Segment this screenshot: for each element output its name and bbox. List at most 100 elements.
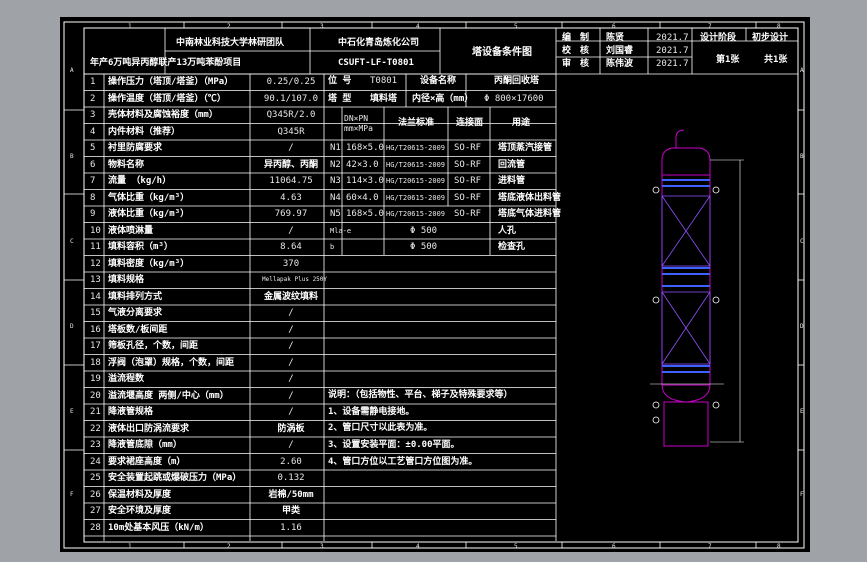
- param-row-name: 物料名称: [108, 159, 145, 170]
- nozzle-header-face: 连接面: [456, 118, 484, 128]
- param-row-value: 1.16: [280, 522, 302, 533]
- param-row-name: 降液管底隙（mm）: [108, 440, 182, 450]
- note-2: 2、管口尺寸以此表为准。: [328, 423, 433, 433]
- param-row-value: /: [288, 374, 294, 384]
- sheet-number: 第1张: [716, 55, 740, 65]
- param-row-name: 液体比重（kg/m³）: [108, 209, 190, 219]
- param-row-name: 壳体材料及腐蚀裕度（mm）: [108, 110, 218, 120]
- name-checker: 刘国睿: [606, 46, 634, 56]
- frame-row-label: B: [70, 153, 74, 160]
- nozzle-face: SO-RF: [454, 143, 482, 153]
- nozzle-flange-std: HG/T20615-2009: [386, 177, 446, 185]
- param-row-number: 9: [90, 209, 96, 219]
- nozzle-dn: 168×5.0: [346, 143, 384, 153]
- note-4: 4、管口方位以工艺管口方位图为准。: [328, 457, 478, 467]
- frame-column-label: 8: [777, 23, 781, 30]
- param-row-name: 保温材料及厚度: [108, 489, 172, 500]
- param-row-name: 填料容积（m³）: [108, 242, 173, 252]
- date-author: 2021.7: [656, 33, 689, 43]
- dimension-value: Φ 800×17600: [484, 94, 544, 104]
- date-approver: 2021.7: [656, 59, 689, 69]
- param-row-name: 内件材料（推荐）: [108, 126, 181, 137]
- nozzle-dn: 114×3.0: [346, 176, 384, 186]
- frame-column-label: 3: [320, 543, 324, 550]
- param-row-number: 5: [90, 143, 96, 153]
- param-row-value: 防涡板: [277, 423, 305, 434]
- param-row-number: 26: [90, 489, 101, 500]
- param-row-name: 溢流程数: [108, 374, 145, 384]
- role-checker: 校 核: [562, 46, 590, 56]
- role-author: 编 制: [562, 33, 590, 43]
- param-row-number: 18: [90, 357, 101, 368]
- frame-column-label: 5: [514, 543, 518, 550]
- nozzle-face: SO-RF: [454, 209, 482, 219]
- param-row-number: 21: [90, 407, 101, 417]
- param-row-value: /: [288, 357, 294, 368]
- param-row-value: 370: [282, 258, 300, 269]
- param-row-value: 金属波纹填料: [263, 291, 318, 302]
- param-row-value: 2.60: [280, 456, 302, 467]
- frame-column-label: 4: [416, 543, 420, 550]
- device-name-value: 丙酮回收塔: [494, 76, 540, 86]
- param-row-number: 10: [90, 225, 101, 236]
- nozzle-flange-std: Φ 500: [410, 242, 438, 252]
- param-row-value: /: [288, 324, 294, 335]
- param-row-number: 24: [90, 456, 101, 467]
- param-row-name: 操作温度（塔顶/塔釜）（℃）: [108, 93, 226, 104]
- param-row-number: 16: [90, 324, 101, 335]
- frame-row-label: C: [800, 238, 804, 245]
- project-name: 年产6万吨异丙醇联产13万吨苯酚项目: [90, 58, 242, 68]
- param-row-number: 19: [90, 374, 101, 384]
- param-row-value: /: [288, 390, 294, 401]
- frame-row-label: E: [70, 408, 74, 415]
- frame-row-label: D: [70, 323, 74, 330]
- param-row-number: 6: [90, 159, 96, 170]
- param-row-value: 769.97: [274, 209, 308, 219]
- nozzle-header-use: 用途: [512, 118, 531, 128]
- param-row-number: 12: [90, 258, 101, 269]
- frame-column-label: 4: [416, 23, 420, 30]
- param-row-value: /: [288, 225, 294, 236]
- param-row-value: 0.132: [277, 473, 305, 483]
- frame-row-label: D: [800, 323, 804, 330]
- param-row-number: 28: [90, 522, 101, 533]
- param-row-value: /: [288, 440, 294, 450]
- org-name: 中南林业科技大学林研团队: [176, 38, 285, 48]
- role-approver: 审 核: [562, 59, 590, 69]
- param-row-number: 13: [90, 275, 101, 285]
- param-row-value: 0.25/0.25: [266, 77, 316, 87]
- note-3: 3、设置安装平面：±0.00平面。: [328, 440, 460, 450]
- nozzle-face: SO-RF: [454, 159, 482, 170]
- param-row-number: 17: [90, 341, 101, 351]
- param-row-number: 27: [90, 506, 101, 516]
- drawing-number: CSUFT-LF-T0801: [338, 58, 414, 68]
- device-name-label: 设备名称: [420, 76, 457, 86]
- param-row-number: 14: [90, 291, 101, 302]
- nozzle-use: 塔顶蒸汽接管: [498, 143, 553, 153]
- nozzle-id: N4: [330, 192, 341, 203]
- param-row-value: 岩棉/50mm: [268, 489, 314, 500]
- param-row-value: /: [288, 143, 294, 153]
- param-row-number: 8: [90, 192, 96, 203]
- param-row-name: 操作压力（塔顶/塔釜）（MPa）: [108, 77, 234, 87]
- stage-value: 初步设计: [752, 33, 789, 43]
- param-row-number: 22: [90, 423, 101, 434]
- nozzle-id: N3: [330, 176, 341, 186]
- nozzle-use: 人孔: [498, 225, 517, 236]
- nozzle-face: SO-RF: [454, 192, 482, 203]
- note-1: 1、设备需静电接地。: [328, 407, 415, 417]
- param-row-name: 流量 （kg/h）: [108, 176, 172, 186]
- param-row-number: 3: [90, 110, 96, 120]
- param-row-name: 气液分离要求: [108, 308, 163, 318]
- param-row-value: /: [288, 341, 294, 351]
- nozzle-flange-std: HG/T20615-2009: [386, 193, 446, 202]
- param-row-name: 要求裙座高度（m）: [108, 456, 186, 467]
- param-row-number: 25: [90, 473, 101, 483]
- param-row-number: 11: [90, 242, 101, 252]
- sheet-title: 塔设备条件图: [472, 47, 532, 58]
- notes-title: 说明：（包括物性、平台、梯子及特殊要求等）: [328, 390, 513, 400]
- param-row-name: 填料排列方式: [108, 291, 163, 302]
- frame-column-label: 6: [612, 23, 616, 30]
- param-row-name: 安全环境及厚度: [108, 506, 172, 516]
- frame-column-label: 8: [777, 543, 781, 550]
